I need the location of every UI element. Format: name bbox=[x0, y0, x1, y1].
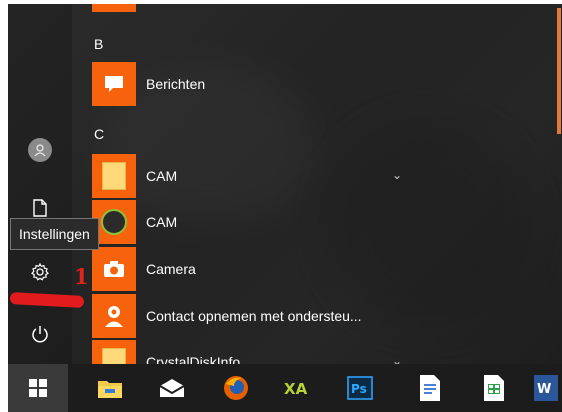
app-cam-folder[interactable]: CAM ⌄ bbox=[92, 154, 472, 198]
taskbar-photoshop[interactable]: Ps bbox=[330, 364, 390, 412]
word-icon: W bbox=[534, 375, 558, 401]
chevron-down-icon[interactable]: ⌄ bbox=[392, 168, 402, 182]
taskbar-docs[interactable] bbox=[400, 364, 460, 412]
annotation-number: 1 bbox=[74, 264, 89, 289]
svg-text:XA: XA bbox=[284, 380, 308, 398]
settings-tooltip: Instellingen bbox=[10, 218, 99, 250]
app-label: CrystalDiskInfo bbox=[146, 354, 241, 364]
taskbar-xda[interactable]: XA bbox=[268, 364, 328, 412]
start-menu: B Berichten C CAM ⌄ CAM Camera Contact o… bbox=[8, 4, 562, 364]
message-icon bbox=[92, 62, 136, 106]
photoshop-icon: Ps bbox=[347, 376, 373, 400]
scrollbar-thumb[interactable] bbox=[557, 8, 561, 134]
section-header-c[interactable]: C bbox=[94, 126, 104, 142]
settings-icon bbox=[31, 262, 49, 281]
docs-icon bbox=[420, 375, 440, 401]
app-tile-partial[interactable] bbox=[92, 4, 136, 12]
mail-icon bbox=[159, 379, 185, 397]
folder-icon bbox=[92, 340, 136, 364]
sheets-icon bbox=[484, 375, 504, 401]
taskbar-file-explorer[interactable] bbox=[80, 364, 140, 412]
start-button[interactable] bbox=[8, 364, 68, 412]
firefox-icon bbox=[224, 376, 248, 400]
start-rail bbox=[8, 4, 72, 364]
file-explorer-icon bbox=[98, 381, 122, 398]
taskbar-sheets[interactable] bbox=[464, 364, 524, 412]
svg-text:W: W bbox=[537, 382, 551, 397]
power-button[interactable] bbox=[8, 312, 72, 356]
taskbar-mail[interactable] bbox=[142, 364, 202, 412]
app-contact-support[interactable]: Contact opnemen met ondersteu... bbox=[92, 294, 472, 338]
contact-support-icon bbox=[92, 294, 136, 338]
app-label: Berichten bbox=[146, 76, 206, 92]
app-camera[interactable]: Camera bbox=[92, 247, 472, 291]
user-account-button[interactable] bbox=[8, 128, 72, 172]
taskbar-word[interactable]: W bbox=[534, 364, 562, 412]
app-berichten[interactable]: Berichten bbox=[92, 62, 472, 106]
app-list: B Berichten C CAM ⌄ CAM Camera Contact o… bbox=[72, 4, 562, 364]
camera-icon bbox=[92, 247, 136, 291]
taskbar-firefox[interactable] bbox=[206, 364, 266, 412]
folder-icon bbox=[92, 154, 136, 198]
settings-button[interactable] bbox=[8, 250, 72, 294]
user-avatar-icon bbox=[28, 138, 52, 162]
app-cam[interactable]: CAM bbox=[92, 200, 472, 244]
windows-start-icon bbox=[29, 379, 47, 397]
app-label: Camera bbox=[146, 261, 196, 277]
section-header-b[interactable]: B bbox=[94, 36, 103, 52]
app-label: Contact opnemen met ondersteu... bbox=[146, 308, 362, 324]
svg-text:Ps: Ps bbox=[351, 382, 367, 396]
app-label: CAM bbox=[146, 214, 178, 230]
xda-icon: XA bbox=[284, 380, 308, 398]
app-label: CAM bbox=[146, 168, 178, 184]
app-crystaldiskinfo[interactable]: CrystalDiskInfo ⌄ bbox=[92, 340, 472, 364]
power-icon bbox=[32, 326, 48, 343]
chevron-down-icon[interactable]: ⌄ bbox=[392, 354, 402, 364]
taskbar: XA Ps W bbox=[8, 364, 562, 412]
document-icon bbox=[33, 199, 47, 217]
